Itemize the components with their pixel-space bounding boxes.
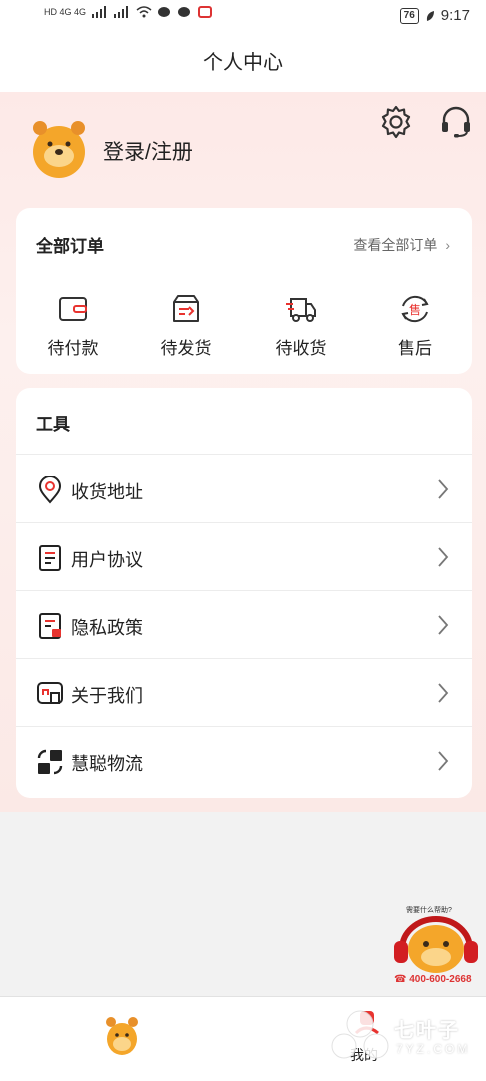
location-pin-icon xyxy=(38,476,62,504)
order-after-sale[interactable]: 售 售后 xyxy=(370,292,460,359)
home-mascot-tab-icon[interactable] xyxy=(104,1013,140,1057)
tool-row-address-label: 收货地址 xyxy=(71,482,143,502)
order-pending-payment[interactable]: 待付款 xyxy=(28,292,118,359)
tool-row-address[interactable]: 收货地址 xyxy=(16,454,472,523)
wechat-icon-2 xyxy=(178,7,191,17)
orders-title: 全部订单 xyxy=(36,237,104,256)
watermark-leaf-icon xyxy=(331,1010,389,1059)
tool-row-privacy-policy-label: 隐私政策 xyxy=(71,618,143,638)
status-bar: HD 4G 4G 76 9:17 xyxy=(0,0,486,34)
tool-row-privacy-policy[interactable]: 隐私政策 xyxy=(16,590,472,659)
orders-card: 全部订单 查看全部订单 › 待付款 待发货 待收货 售 售后 xyxy=(16,208,472,374)
document-icon xyxy=(39,545,61,571)
chevron-right-icon: › xyxy=(445,237,450,253)
view-all-orders-label: 查看全部订单 xyxy=(353,237,438,253)
tool-row-user-agreement[interactable]: 用户协议 xyxy=(16,522,472,591)
chevron-right-icon xyxy=(438,547,449,567)
tool-row-about-us[interactable]: 关于我们 xyxy=(16,658,472,727)
clock: 9:17 xyxy=(440,7,470,24)
tools-title: 工具 xyxy=(36,415,70,434)
box-send-icon xyxy=(173,295,199,322)
privacy-document-icon xyxy=(39,613,61,639)
order-pending-receipt-label: 待收货 xyxy=(275,339,327,358)
page-title: 个人中心 xyxy=(0,34,486,92)
tool-row-logistics-label: 慧聪物流 xyxy=(71,754,143,774)
customer-service-icon[interactable] xyxy=(438,104,474,140)
help-phone-number: ☎ 400-600-2668 xyxy=(394,974,472,985)
wallet-icon xyxy=(59,297,87,321)
watermark-sub: 7YZ.COM xyxy=(396,1042,471,1056)
truck-icon xyxy=(286,298,316,322)
signal-icon-2 xyxy=(114,6,129,18)
mascot-headphones-icon xyxy=(394,916,478,973)
view-all-orders-link[interactable]: 查看全部订单 › xyxy=(353,235,450,255)
wifi-icon xyxy=(136,6,152,18)
logistics-icon xyxy=(37,749,63,775)
chevron-right-icon xyxy=(438,683,449,703)
watermark: 七叶子 7YZ.COM xyxy=(330,1006,480,1072)
battery-indicator: 76 xyxy=(399,7,419,24)
order-pending-shipment-label: 待发货 xyxy=(160,339,212,358)
tool-row-user-agreement-label: 用户协议 xyxy=(71,550,143,570)
signal-icon xyxy=(92,6,107,18)
leaf-icon xyxy=(426,10,434,21)
order-after-sale-label: 售后 xyxy=(398,339,432,358)
after-sale-icon: 售 xyxy=(401,295,429,323)
order-pending-shipment[interactable]: 待发货 xyxy=(141,292,231,359)
chevron-right-icon xyxy=(438,615,449,635)
tool-row-logistics[interactable]: 慧聪物流 xyxy=(16,726,472,795)
settings-gear-icon[interactable] xyxy=(378,104,414,140)
login-register-link[interactable]: 登录/注册 xyxy=(103,136,193,166)
tool-row-about-us-label: 关于我们 xyxy=(71,686,143,706)
help-caption: 需要什么帮助? xyxy=(406,907,452,914)
wechat-icon xyxy=(158,7,171,17)
app-notification-icon xyxy=(198,6,213,18)
svg-text:售: 售 xyxy=(409,302,421,317)
order-pending-payment-label: 待付款 xyxy=(47,339,99,358)
tools-card: 工具 收货地址 用户协议 隐私政策 关于我们 慧聪物流 xyxy=(16,388,472,798)
network-text: HD 4G 4G xyxy=(44,7,87,17)
about-icon xyxy=(37,682,63,704)
avatar[interactable] xyxy=(28,116,90,180)
order-pending-receipt[interactable]: 待收货 xyxy=(256,292,346,359)
chevron-right-icon xyxy=(438,479,449,499)
chevron-right-icon xyxy=(438,751,449,771)
watermark-title: 七叶子 xyxy=(394,1020,460,1042)
status-right: 76 9:17 xyxy=(399,7,470,24)
floating-help-button[interactable]: 需要什么帮助? ☎ 400-600-2668 xyxy=(390,905,482,987)
help-phone-text: 400-600-2668 xyxy=(409,974,472,985)
network-indicators: HD 4G 4G xyxy=(44,6,213,18)
